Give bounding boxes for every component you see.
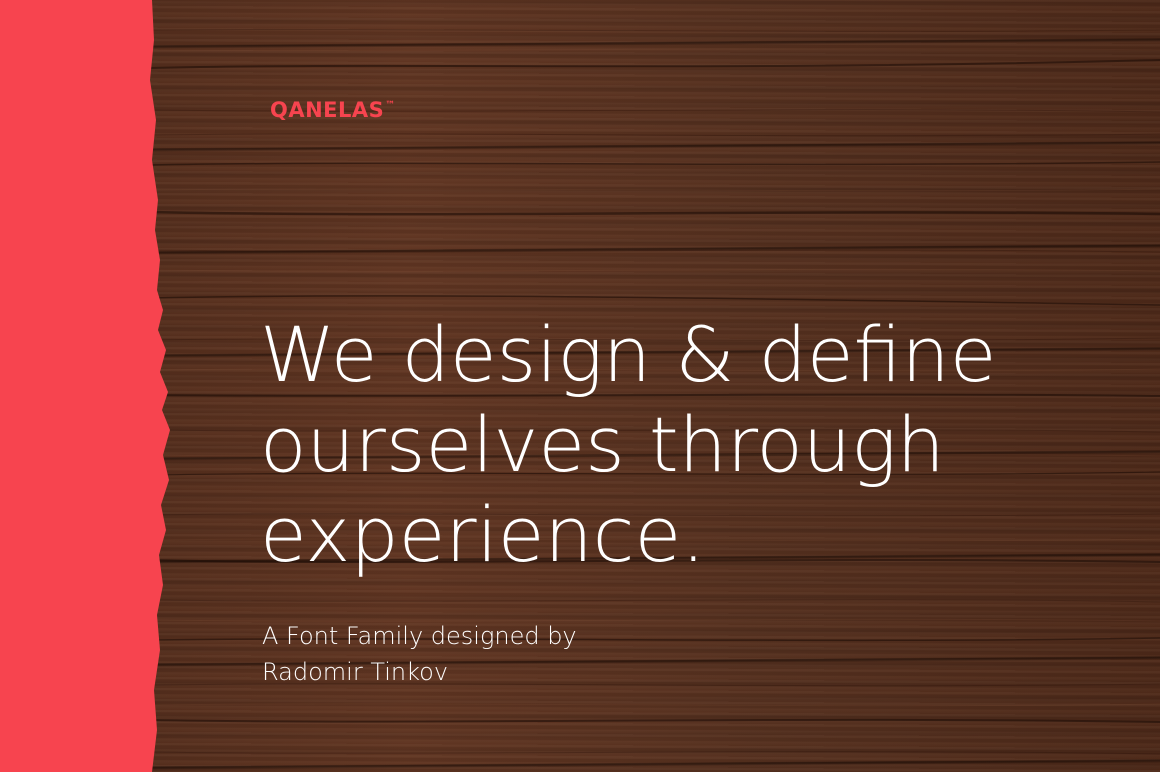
brand-name: QANELAS [270, 98, 385, 122]
red-brush-strip [0, 0, 170, 772]
trademark-symbol: ™ [385, 100, 396, 111]
poster-canvas: QANELAS™ We design & define ourselves th… [0, 0, 1160, 772]
headline-line-1: We design & define [260, 310, 997, 399]
headline-line-2: ourselves through [260, 400, 945, 489]
brand-logo: QANELAS™ [270, 100, 396, 121]
headline-line-3: experience. [260, 490, 706, 579]
subtitle: A Font Family designed by Radomir Tinkov [262, 618, 577, 690]
subtitle-line-2: Radomir Tinkov [262, 658, 449, 686]
subtitle-line-1: A Font Family designed by [262, 622, 577, 650]
headline: We design & define ourselves through exp… [260, 310, 996, 580]
